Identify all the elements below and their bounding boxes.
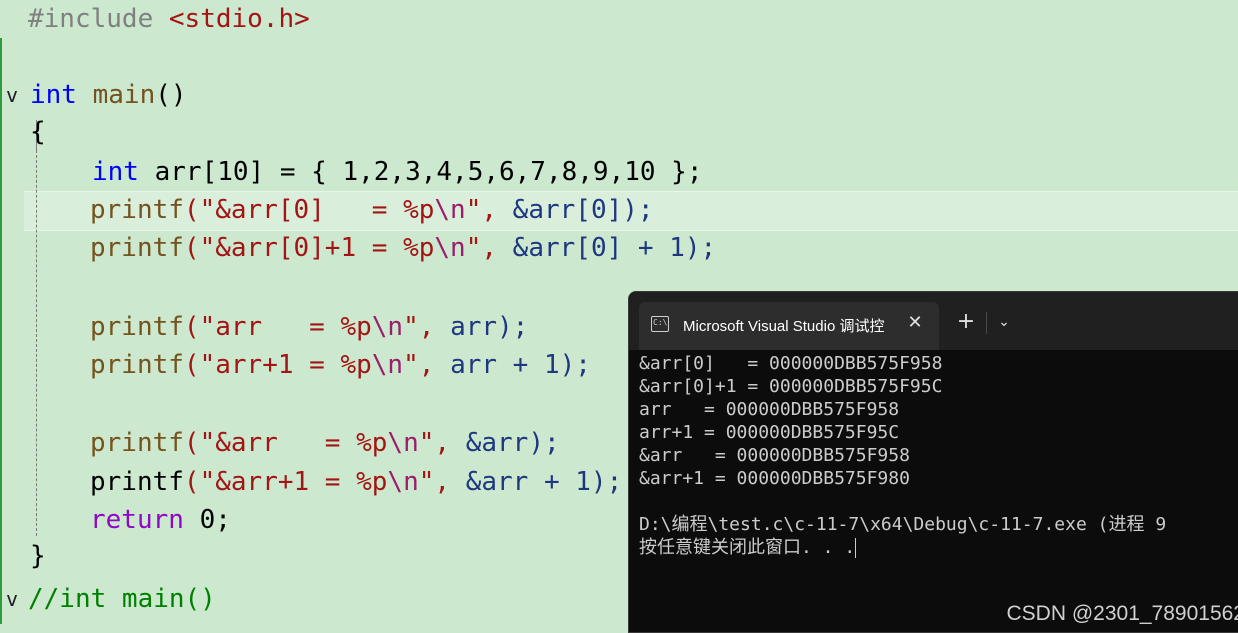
string-end: ", <box>466 195 513 225</box>
escape-sequence: \n <box>372 312 403 342</box>
code-line-main[interactable]: int main() <box>30 76 187 114</box>
format-specifier: %p <box>340 312 371 342</box>
preprocessor-directive: #include <box>28 4 153 34</box>
string-literal: ("&arr+1 = <box>184 467 356 497</box>
console-prompt-line: 按任意键关闭此窗口. . . <box>639 536 856 559</box>
include-file: <stdio.h> <box>169 4 310 34</box>
string-end: ", <box>466 233 513 263</box>
code-line-open-brace[interactable]: { <box>30 113 46 151</box>
code-line-printf-3[interactable]: printf("arr = %p\n", arr); <box>90 308 528 346</box>
string-literal: ("&arr = <box>184 428 356 458</box>
printf-call: printf <box>90 428 184 458</box>
keyword-int: int <box>92 157 139 187</box>
console-titlebar[interactable]: C:\ Microsoft Visual Studio 调试控 ✕ + ⌄ <box>629 292 1238 350</box>
indent-guide <box>36 150 37 536</box>
debug-console-window[interactable]: C:\ Microsoft Visual Studio 调试控 ✕ + ⌄ &a… <box>628 291 1238 633</box>
return-value: 0; <box>184 505 231 535</box>
text-cursor <box>855 538 856 558</box>
string-end: ", <box>419 428 466 458</box>
string-end: ", <box>419 467 466 497</box>
code-line-printf-6[interactable]: printf("&arr+1 = %p\n", &arr + 1); <box>90 463 622 501</box>
code-line-printf-1[interactable]: printf("&arr[0] = %p\n", &arr[0]); <box>90 191 654 229</box>
tab-title: Microsoft Visual Studio 调试控 <box>683 315 889 335</box>
printf-call: printf <box>90 312 184 342</box>
string-literal: ("&arr[0] = <box>184 195 403 225</box>
keyword-int: int <box>30 80 77 110</box>
printf-args: &arr + 1); <box>466 467 623 497</box>
console-prompt-text: 按任意键关闭此窗口. . . <box>639 537 855 558</box>
console-output-line: D:\编程\test.c\c-11-7\x64\Debug\c-11-7.exe… <box>639 513 1166 536</box>
open-brace: { <box>30 117 46 147</box>
dropdown-chevron-icon[interactable]: ⌄ <box>992 308 1016 336</box>
printf-args: &arr); <box>466 428 560 458</box>
console-output-line: arr+1 = 000000DBB575F95C <box>639 421 899 444</box>
escape-sequence: \n <box>387 467 418 497</box>
format-specifier: %p <box>356 467 387 497</box>
escape-sequence: \n <box>387 428 418 458</box>
escape-sequence: \n <box>434 233 465 263</box>
string-end: ", <box>403 312 450 342</box>
keyword-return: return <box>90 505 184 535</box>
format-specifier: %p <box>403 195 434 225</box>
console-output-line: &arr = 000000DBB575F958 <box>639 444 910 467</box>
code-line-return[interactable]: return 0; <box>90 501 231 539</box>
console-output-line: &arr[0] = 000000DBB575F958 <box>639 352 942 375</box>
string-literal: ("arr+1 = <box>184 350 341 380</box>
console-tab[interactable]: C:\ Microsoft Visual Studio 调试控 ✕ <box>639 302 939 350</box>
string-literal: ("arr = <box>184 312 341 342</box>
string-literal: ("&arr[0]+1 = <box>184 233 403 263</box>
string-end: ", <box>403 350 450 380</box>
format-specifier: %p <box>403 233 434 263</box>
watermark: CSDN @2301_78901562 <box>1007 602 1238 626</box>
console-output-line: &arr[0]+1 = 000000DBB575F95C <box>639 375 942 398</box>
printf-args: &arr[0]); <box>513 195 654 225</box>
close-brace: } <box>30 541 46 571</box>
code-line-comment[interactable]: //int main() <box>28 580 216 618</box>
printf-call: printf <box>90 350 184 380</box>
printf-args: &arr[0] + 1); <box>513 233 717 263</box>
code-line-printf-2[interactable]: printf("&arr[0]+1 = %p\n", &arr[0] + 1); <box>90 229 716 267</box>
code-line-printf-5[interactable]: printf("&arr = %p\n", &arr); <box>90 424 560 462</box>
code-line-include[interactable]: #include <stdio.h> <box>28 0 310 38</box>
printf-args: arr); <box>450 312 528 342</box>
fold-toggle-icon[interactable]: v <box>6 76 24 114</box>
format-specifier: %p <box>356 428 387 458</box>
code-line-arr-decl[interactable]: int arr[10] = { 1,2,3,4,5,6,7,8,9,10 }; <box>92 153 703 191</box>
terminal-icon: C:\ <box>651 316 669 332</box>
console-output-line: &arr+1 = 000000DBB575F980 <box>639 467 910 490</box>
main-parens: () <box>155 80 186 110</box>
function-name: main <box>93 80 156 110</box>
change-marker-bar <box>0 38 2 624</box>
code-line-printf-4[interactable]: printf("arr+1 = %p\n", arr + 1); <box>90 346 591 384</box>
printf-call: printf <box>90 195 184 225</box>
arr-decl-rest: arr[10] = { 1,2,3,4,5,6,7,8,9,10 }; <box>139 157 703 187</box>
close-tab-icon[interactable]: ✕ <box>903 310 927 336</box>
comment: //int main() <box>28 584 216 614</box>
code-line-close-brace[interactable]: } <box>30 537 46 575</box>
escape-sequence: \n <box>434 195 465 225</box>
printf-args: arr + 1); <box>450 350 591 380</box>
toolbar-divider <box>986 312 987 334</box>
printf-call: printf <box>90 467 184 497</box>
printf-call: printf <box>90 233 184 263</box>
format-specifier: %p <box>340 350 371 380</box>
console-output-line: arr = 000000DBB575F958 <box>639 398 899 421</box>
new-tab-icon[interactable]: + <box>951 308 981 336</box>
escape-sequence: \n <box>372 350 403 380</box>
fold-toggle-icon[interactable]: v <box>6 580 24 618</box>
